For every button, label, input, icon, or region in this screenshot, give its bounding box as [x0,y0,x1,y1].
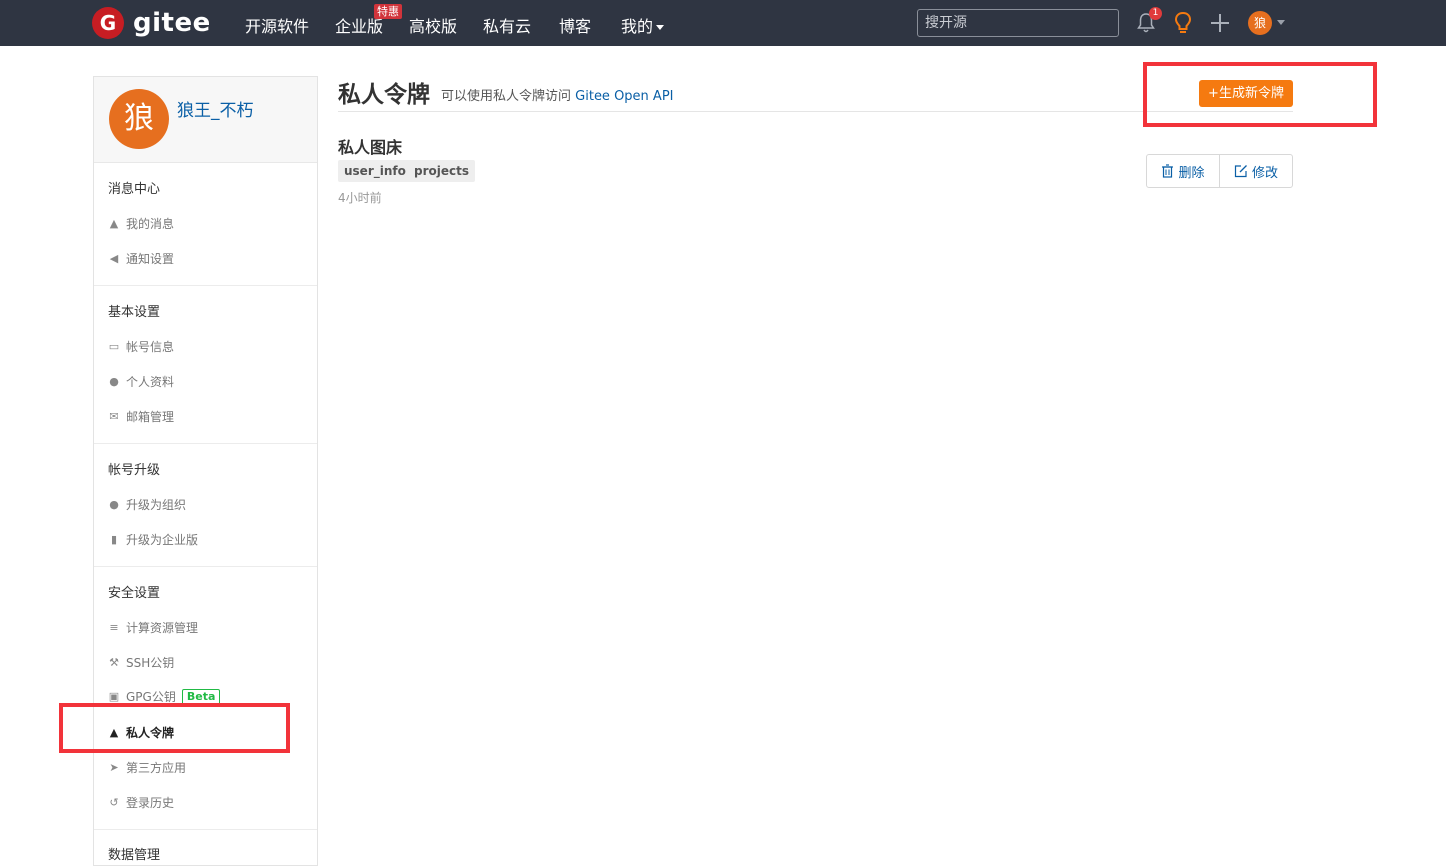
sidebar-item-login-history[interactable]: ↺ 登录历史 [108,794,174,811]
plus-icon[interactable] [1209,12,1231,34]
sidebar-item-label: 我的消息 [126,217,175,231]
sidebar-item-label: 邮箱管理 [126,410,175,424]
divider [94,285,317,286]
edit-label: 修改 [1251,165,1278,181]
sidebar-item-my-messages[interactable]: ▲ 我的消息 [108,215,174,232]
sidebar-item-ssh-keys[interactable]: ⚒ SSH公钥 [108,654,174,671]
sidebar-item-label: 第三方应用 [126,761,187,775]
trash-icon [1162,164,1174,178]
sidebar-item-label: 通知设置 [126,252,175,266]
nav-private-cloud[interactable]: 私有云 [483,13,531,37]
building-icon: ▮ [110,533,118,546]
token-created-time: 4小时前 [338,191,382,205]
page-title: 私人令牌 [338,82,430,108]
lock-icon: ▣ [108,690,120,703]
profile-avatar[interactable]: 狼 [109,89,169,149]
section-data-management: 数据管理 [108,848,161,863]
server-icon: ≡ [109,621,119,634]
sidebar-item-label: 登录历史 [126,796,175,810]
lightbulb-icon[interactable] [1173,11,1193,35]
nav-mine[interactable]: 我的 [621,13,665,37]
history-icon: ↺ [109,796,119,809]
scope-tag-projects: projects [408,160,475,182]
user-avatar[interactable]: 狼 [1248,11,1272,35]
bell-icon: ▲ [109,217,119,230]
sidebar-item-label: 个人资料 [126,375,175,389]
gitee-open-api-link[interactable]: Gitee Open API [575,89,673,104]
profile-card: 狼 狼王_不朽 [94,77,317,163]
gitee-logo-text: gitee [133,8,211,38]
nav-mine-label: 我的 [621,17,654,36]
top-navbar: G gitee 开源软件 企业版 特惠 高校版 私有云 博客 我的 1 狼 [0,0,1446,46]
special-offer-badge: 特惠 [374,4,402,19]
sidebar-item-label: SSH公钥 [126,656,175,670]
page-description-text: 可以使用私人令牌访问 [441,89,572,104]
nav-education[interactable]: 高校版 [409,13,457,37]
sidebar-item-compute-resources[interactable]: ≡ 计算资源管理 [108,619,198,636]
scope-tag-user-info: user_info [338,160,412,182]
user-icon: ● [109,375,119,388]
sidebar-item-third-party-apps[interactable]: ➤ 第三方应用 [108,759,186,776]
section-message-center: 消息中心 [108,182,161,197]
sidebar-item-profile[interactable]: ● 个人资料 [108,373,174,390]
section-basic-settings: 基本设置 [108,305,161,320]
delete-label: 删除 [1178,165,1205,181]
rocket-icon: ➤ [109,761,119,774]
highlight-box-private-tokens [59,703,290,753]
token-actions: 删除 修改 [1146,154,1293,188]
divider [94,566,317,567]
sidebar-item-label: 计算资源管理 [126,621,199,635]
sidebar-item-email-management[interactable]: ✉ 邮箱管理 [108,408,174,425]
divider [94,829,317,830]
divider [94,443,317,444]
edit-token-button[interactable]: 修改 [1219,155,1292,187]
id-card-icon: ▭ [108,340,120,353]
section-account-upgrade: 帐号升级 [108,463,161,478]
delete-token-button[interactable]: 删除 [1147,155,1219,187]
nav-open-source[interactable]: 开源软件 [245,13,309,37]
nav-blog[interactable]: 博客 [559,13,591,37]
envelope-icon: ✉ [109,410,119,423]
highlight-box-generate-button [1143,62,1377,127]
edit-icon [1234,165,1247,178]
users-icon: ● [109,498,119,511]
sidebar-item-label: 升级为企业版 [126,533,199,547]
notification-count-badge: 1 [1149,7,1162,20]
gitee-logo-icon: G [92,7,124,39]
sidebar-item-upgrade-enterprise[interactable]: ▮ 升级为企业版 [108,531,198,548]
search-input[interactable] [917,9,1119,37]
token-name: 私人图床 [338,138,403,157]
sidebar-item-upgrade-organization[interactable]: ● 升级为组织 [108,496,186,513]
sidebar-item-notification-settings[interactable]: ◀ 通知设置 [108,250,174,267]
sidebar-item-account-info[interactable]: ▭ 帐号信息 [108,338,174,355]
key-icon: ⚒ [109,656,119,669]
section-security-settings: 安全设置 [108,586,161,601]
page-description: 可以使用私人令牌访问 Gitee Open API [441,85,674,104]
chevron-down-icon [656,25,665,30]
avatar-dropdown-caret-icon[interactable] [1277,20,1285,25]
speaker-icon: ◀ [109,252,119,265]
sidebar-item-label: 升级为组织 [126,498,187,512]
gitee-logo[interactable]: G gitee [92,6,211,40]
sidebar-item-label: 帐号信息 [126,340,175,354]
profile-username[interactable]: 狼王_不朽 [177,96,254,121]
